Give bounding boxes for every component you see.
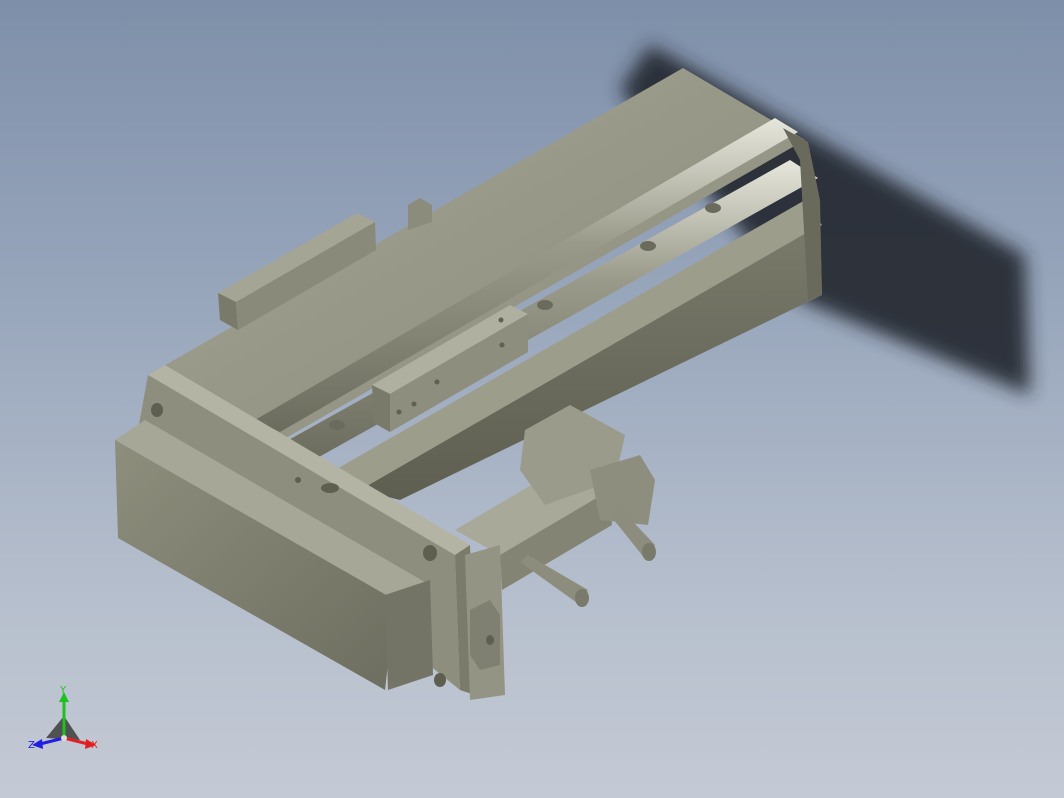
view-triad[interactable]: Y X Z [28,686,104,756]
actuator-3d-model[interactable] [0,0,1064,798]
z-axis-label: Z [28,740,35,751]
cad-3d-viewport[interactable]: Y X Z [0,0,1064,798]
sensor-pin-left [520,555,589,607]
small-block [470,600,500,670]
y-axis-label: Y [60,685,67,696]
motor-block-end [385,580,433,690]
x-axis-label: X [91,740,98,751]
